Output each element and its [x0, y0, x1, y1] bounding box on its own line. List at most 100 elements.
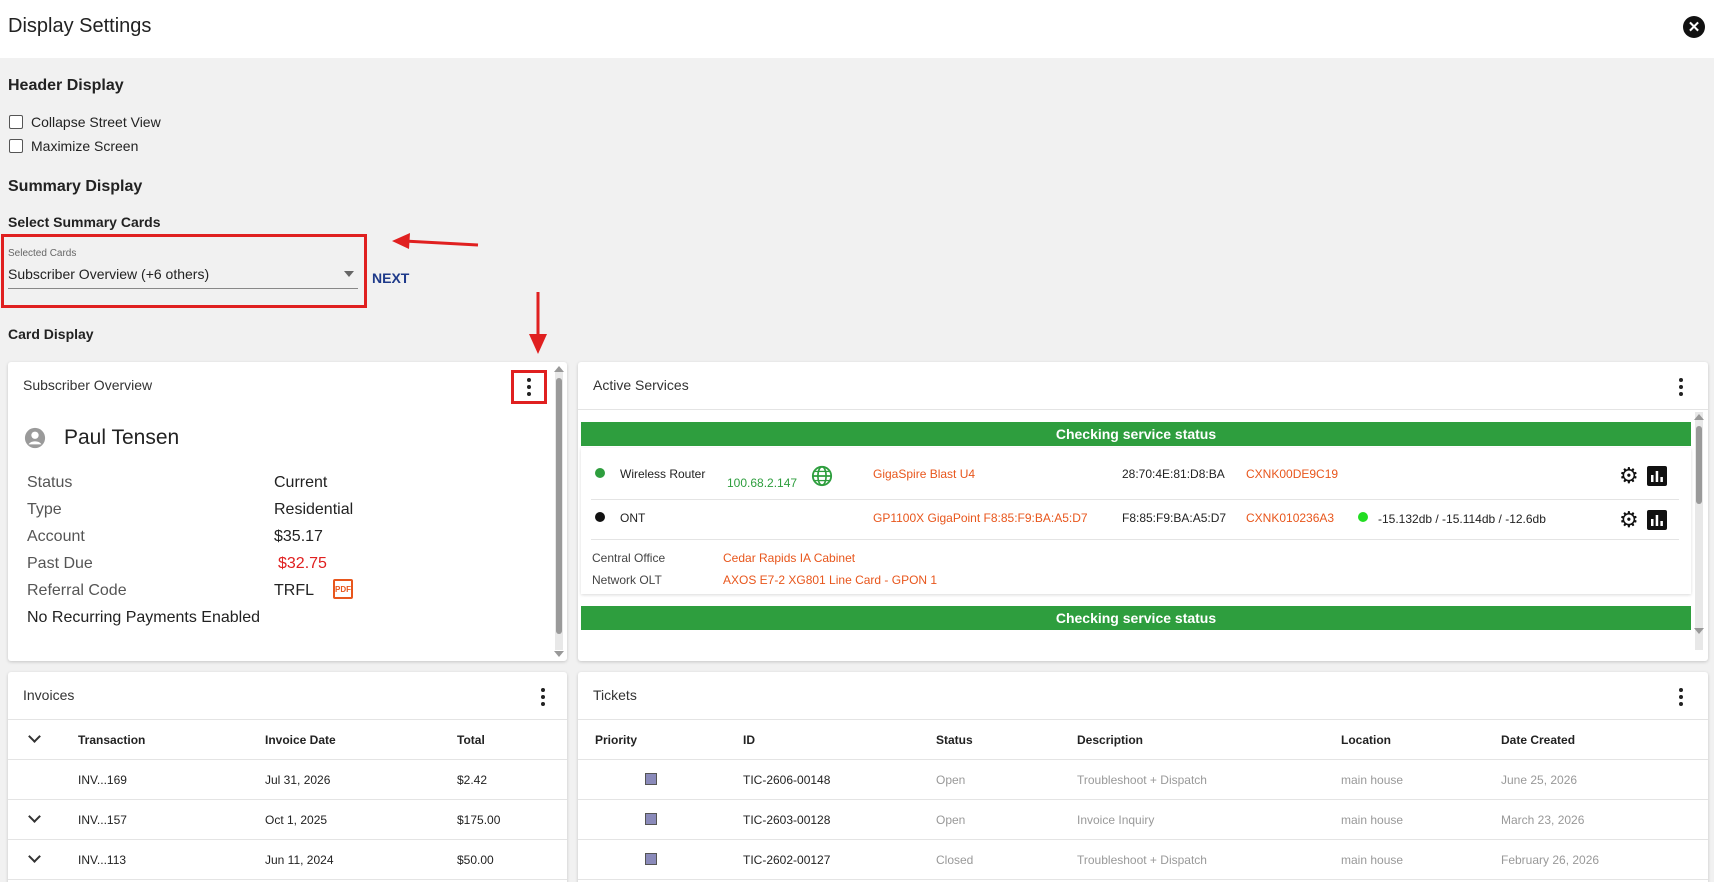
tickets-card: Tickets Priority ID Status Description L…	[578, 672, 1708, 882]
chevron-down-icon[interactable]	[28, 730, 41, 743]
ticket-description: Invoice Inquiry	[1077, 813, 1155, 827]
active-services-card: Active Services Checking service status …	[578, 362, 1708, 661]
ticket-id-link[interactable]: TIC-2603-00128	[743, 813, 830, 827]
ticket-id-link[interactable]: TIC-2602-00127	[743, 853, 830, 867]
annotation-arrow-down	[529, 292, 547, 354]
summary-display-heading: Summary Display	[8, 178, 143, 195]
invoice-total: $2.42	[457, 773, 488, 787]
chevron-down-icon[interactable]	[28, 810, 41, 823]
collapse-street-view-checkbox[interactable]	[9, 115, 23, 129]
ticket-description: Troubleshoot + Dispatch	[1077, 853, 1207, 867]
close-icon[interactable]: ✕	[1683, 16, 1705, 38]
device-model-link[interactable]: GigaSpire Blast U4	[873, 467, 975, 481]
device-mac: F8:85:F9:BA:A5:D7	[1122, 511, 1227, 525]
invoice-total: $175.00	[457, 813, 501, 827]
divider	[591, 499, 1679, 500]
info-key: Central Office	[592, 551, 666, 565]
divider	[591, 539, 1679, 540]
card-display-heading: Card Display	[8, 326, 94, 342]
divider	[578, 799, 1708, 800]
column-header[interactable]: Priority	[595, 733, 637, 747]
info-key: Network OLT	[592, 573, 662, 587]
priority-indicator	[645, 773, 657, 785]
more-options-icon[interactable]	[1672, 376, 1690, 398]
selected-cards-label: Selected Cards	[8, 248, 77, 259]
status-dot-offline	[595, 512, 605, 522]
device-name: ONT	[620, 511, 646, 525]
device-serial-link[interactable]: CXNK010236A3	[1246, 511, 1334, 525]
invoice-date: Oct 1, 2025	[265, 813, 328, 827]
scroll-down-icon[interactable]	[554, 651, 564, 657]
collapse-street-view-option[interactable]: Collapse Street View	[9, 114, 161, 130]
network-olt-link[interactable]: AXOS E7-2 XG801 Line Card - GPON 1	[723, 573, 937, 587]
more-options-icon[interactable]	[534, 686, 552, 708]
column-header[interactable]: Status	[936, 733, 973, 747]
subscriber-overview-title: Subscriber Overview	[23, 377, 153, 393]
central-office-link[interactable]: Cedar Rapids IA Cabinet	[723, 551, 855, 565]
scroll-up-icon[interactable]	[1694, 414, 1704, 420]
chevron-down-icon[interactable]	[344, 271, 354, 277]
device-mac: 28:70:4E:81:D8:BA	[1122, 467, 1225, 481]
scroll-down-icon[interactable]	[1694, 628, 1704, 634]
next-button[interactable]: NEXT	[372, 270, 409, 286]
tickets-title: Tickets	[593, 687, 637, 703]
column-header[interactable]: Transaction	[78, 733, 145, 747]
invoices-title: Invoices	[23, 687, 75, 703]
ticket-location: main house	[1341, 813, 1404, 827]
optical-signal-levels: -15.132db / -15.114db / -12.6db	[1378, 512, 1546, 526]
divider	[8, 719, 567, 720]
globe-icon[interactable]	[811, 465, 833, 487]
ticket-date: March 23, 2026	[1501, 813, 1585, 827]
bar-chart-icon[interactable]	[1647, 466, 1667, 486]
ticket-date: June 25, 2026	[1501, 773, 1578, 787]
gear-icon[interactable]: ⚙	[1619, 509, 1639, 531]
column-header[interactable]: Invoice Date	[265, 733, 336, 747]
scroll-up-icon[interactable]	[554, 366, 564, 372]
service-status-bar: Checking service status	[581, 422, 1691, 446]
invoice-total: $50.00	[457, 853, 494, 867]
ticket-id-link[interactable]: TIC-2606-00148	[743, 773, 830, 787]
column-header[interactable]: Total	[457, 733, 485, 747]
pdf-icon[interactable]: PDF	[333, 579, 353, 599]
field-value: $35.17	[274, 528, 323, 545]
maximize-screen-label: Maximize Screen	[31, 138, 139, 154]
annotation-arrow-left	[392, 233, 479, 249]
device-serial-link[interactable]: CXNK00DE9C19	[1246, 467, 1338, 481]
field-key: Account	[27, 528, 85, 545]
dialog-title: Display Settings	[8, 15, 152, 37]
divider	[8, 799, 567, 800]
pdf-icon-text: PDF	[335, 584, 351, 594]
column-header[interactable]: Description	[1077, 733, 1143, 747]
gear-icon[interactable]: ⚙	[1619, 465, 1639, 487]
past-due-value: $32.75	[278, 555, 327, 572]
more-options-icon[interactable]	[1672, 686, 1690, 708]
divider	[578, 719, 1708, 720]
invoices-card: Invoices Transaction Invoice Date Total …	[8, 672, 567, 882]
column-header[interactable]: Date Created	[1501, 733, 1575, 747]
more-options-icon[interactable]	[520, 376, 538, 398]
column-header[interactable]: Location	[1341, 733, 1391, 747]
invoice-date: Jul 31, 2026	[265, 773, 331, 787]
invoice-transaction-link[interactable]: INV...169	[78, 773, 127, 787]
ticket-description: Troubleshoot + Dispatch	[1077, 773, 1207, 787]
invoice-transaction-link[interactable]: INV...157	[78, 813, 127, 827]
selected-cards-select[interactable]: Subscriber Overview (+6 others)	[8, 266, 209, 282]
dialog-header: Display Settings ✕	[0, 0, 1714, 58]
column-header[interactable]: ID	[743, 733, 755, 747]
divider	[578, 409, 1708, 410]
chevron-down-icon[interactable]	[28, 850, 41, 863]
service-status-bar: Checking service status	[581, 606, 1691, 630]
device-ip-link[interactable]: 100.68.2.147	[727, 476, 797, 490]
maximize-screen-option[interactable]: Maximize Screen	[9, 138, 138, 154]
field-value: Current	[274, 474, 328, 491]
divider	[578, 879, 1708, 880]
field-key: Referral Code	[27, 582, 127, 599]
invoice-transaction-link[interactable]: INV...113	[78, 853, 126, 867]
maximize-screen-checkbox[interactable]	[9, 139, 23, 153]
scrollbar-thumb[interactable]	[556, 378, 562, 634]
field-value: Residential	[274, 501, 354, 518]
scrollbar-thumb[interactable]	[1696, 426, 1702, 504]
field-key: Past Due	[27, 555, 93, 572]
bar-chart-icon[interactable]	[1647, 510, 1667, 530]
device-model-link[interactable]: GP1100X GigaPoint F8:85:F9:BA:A5:D7	[873, 511, 1088, 525]
